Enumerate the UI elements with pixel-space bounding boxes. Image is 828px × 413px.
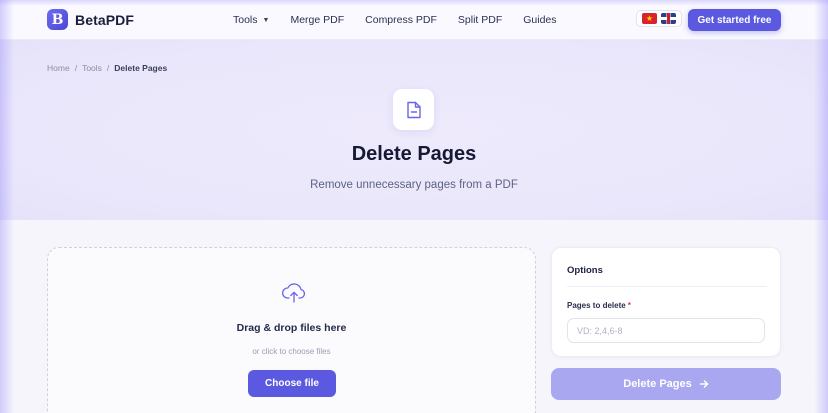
arrow-right-icon <box>699 380 708 388</box>
nav-item-label: Compress PDF <box>365 14 437 26</box>
options-title: Options <box>567 265 603 276</box>
options-divider <box>567 286 767 287</box>
brand[interactable]: B BetaPDF <box>47 9 134 30</box>
delete-pages-button-label: Delete Pages <box>623 378 692 390</box>
breadcrumb-separator: / <box>106 63 110 73</box>
hero-section: Home / Tools / Delete Pages Delete Pages… <box>0 40 828 220</box>
pages-to-delete-input[interactable] <box>567 318 765 343</box>
nav-item-merge-pdf[interactable]: Merge PDF <box>290 14 344 26</box>
chevron-down-icon: ▼ <box>262 16 270 24</box>
vietnamese-flag-icon[interactable]: ★ <box>642 13 657 24</box>
site-header: B BetaPDF Tools ▼ Merge PDF Compress PDF… <box>0 0 828 40</box>
nav-item-compress-pdf[interactable]: Compress PDF <box>365 14 437 26</box>
nav-item-split-pdf[interactable]: Split PDF <box>458 14 502 26</box>
get-started-button[interactable]: Get started free <box>688 9 781 31</box>
nav-item-label: Guides <box>523 14 557 26</box>
required-marker: * <box>627 301 631 310</box>
choose-file-button[interactable]: Choose file <box>248 370 336 397</box>
main-nav: Tools ▼ Merge PDF Compress PDF Split PDF… <box>233 0 578 40</box>
file-dropzone[interactable]: Drag & drop files here or click to choos… <box>47 247 536 413</box>
pages-to-delete-label-text: Pages to delete <box>567 301 626 310</box>
options-panel: Options Pages to delete * <box>551 247 781 357</box>
breadcrumb-separator: / <box>74 63 78 73</box>
nav-item-tools[interactable]: Tools ▼ <box>233 14 269 26</box>
brand-logo-icon: B <box>47 9 68 30</box>
breadcrumb: Home / Tools / Delete Pages <box>47 63 167 73</box>
dropzone-title: Drag & drop files here <box>236 322 347 334</box>
uk-flag-icon[interactable] <box>661 13 676 24</box>
page-subtitle: Remove unnecessary pages from a PDF <box>310 179 518 191</box>
pages-to-delete-label: Pages to delete * <box>567 301 631 310</box>
document-minus-icon <box>393 89 434 130</box>
brand-name: BetaPDF <box>75 11 135 28</box>
nav-item-guides[interactable]: Guides <box>523 14 556 26</box>
nav-item-label: Merge PDF <box>290 14 345 26</box>
language-switcher: ★ <box>636 10 682 27</box>
breadcrumb-tools[interactable]: Tools <box>82 63 102 73</box>
breadcrumb-current: Delete Pages <box>114 63 168 73</box>
breadcrumb-home[interactable]: Home <box>47 63 70 73</box>
page-title: Delete Pages <box>351 143 477 165</box>
nav-item-label: Tools <box>233 14 258 26</box>
dropzone-subtitle: or click to choose files <box>252 347 331 356</box>
nav-item-label: Split PDF <box>457 14 503 26</box>
cloud-upload-icon <box>282 283 306 303</box>
delete-pages-button[interactable]: Delete Pages <box>551 368 781 400</box>
